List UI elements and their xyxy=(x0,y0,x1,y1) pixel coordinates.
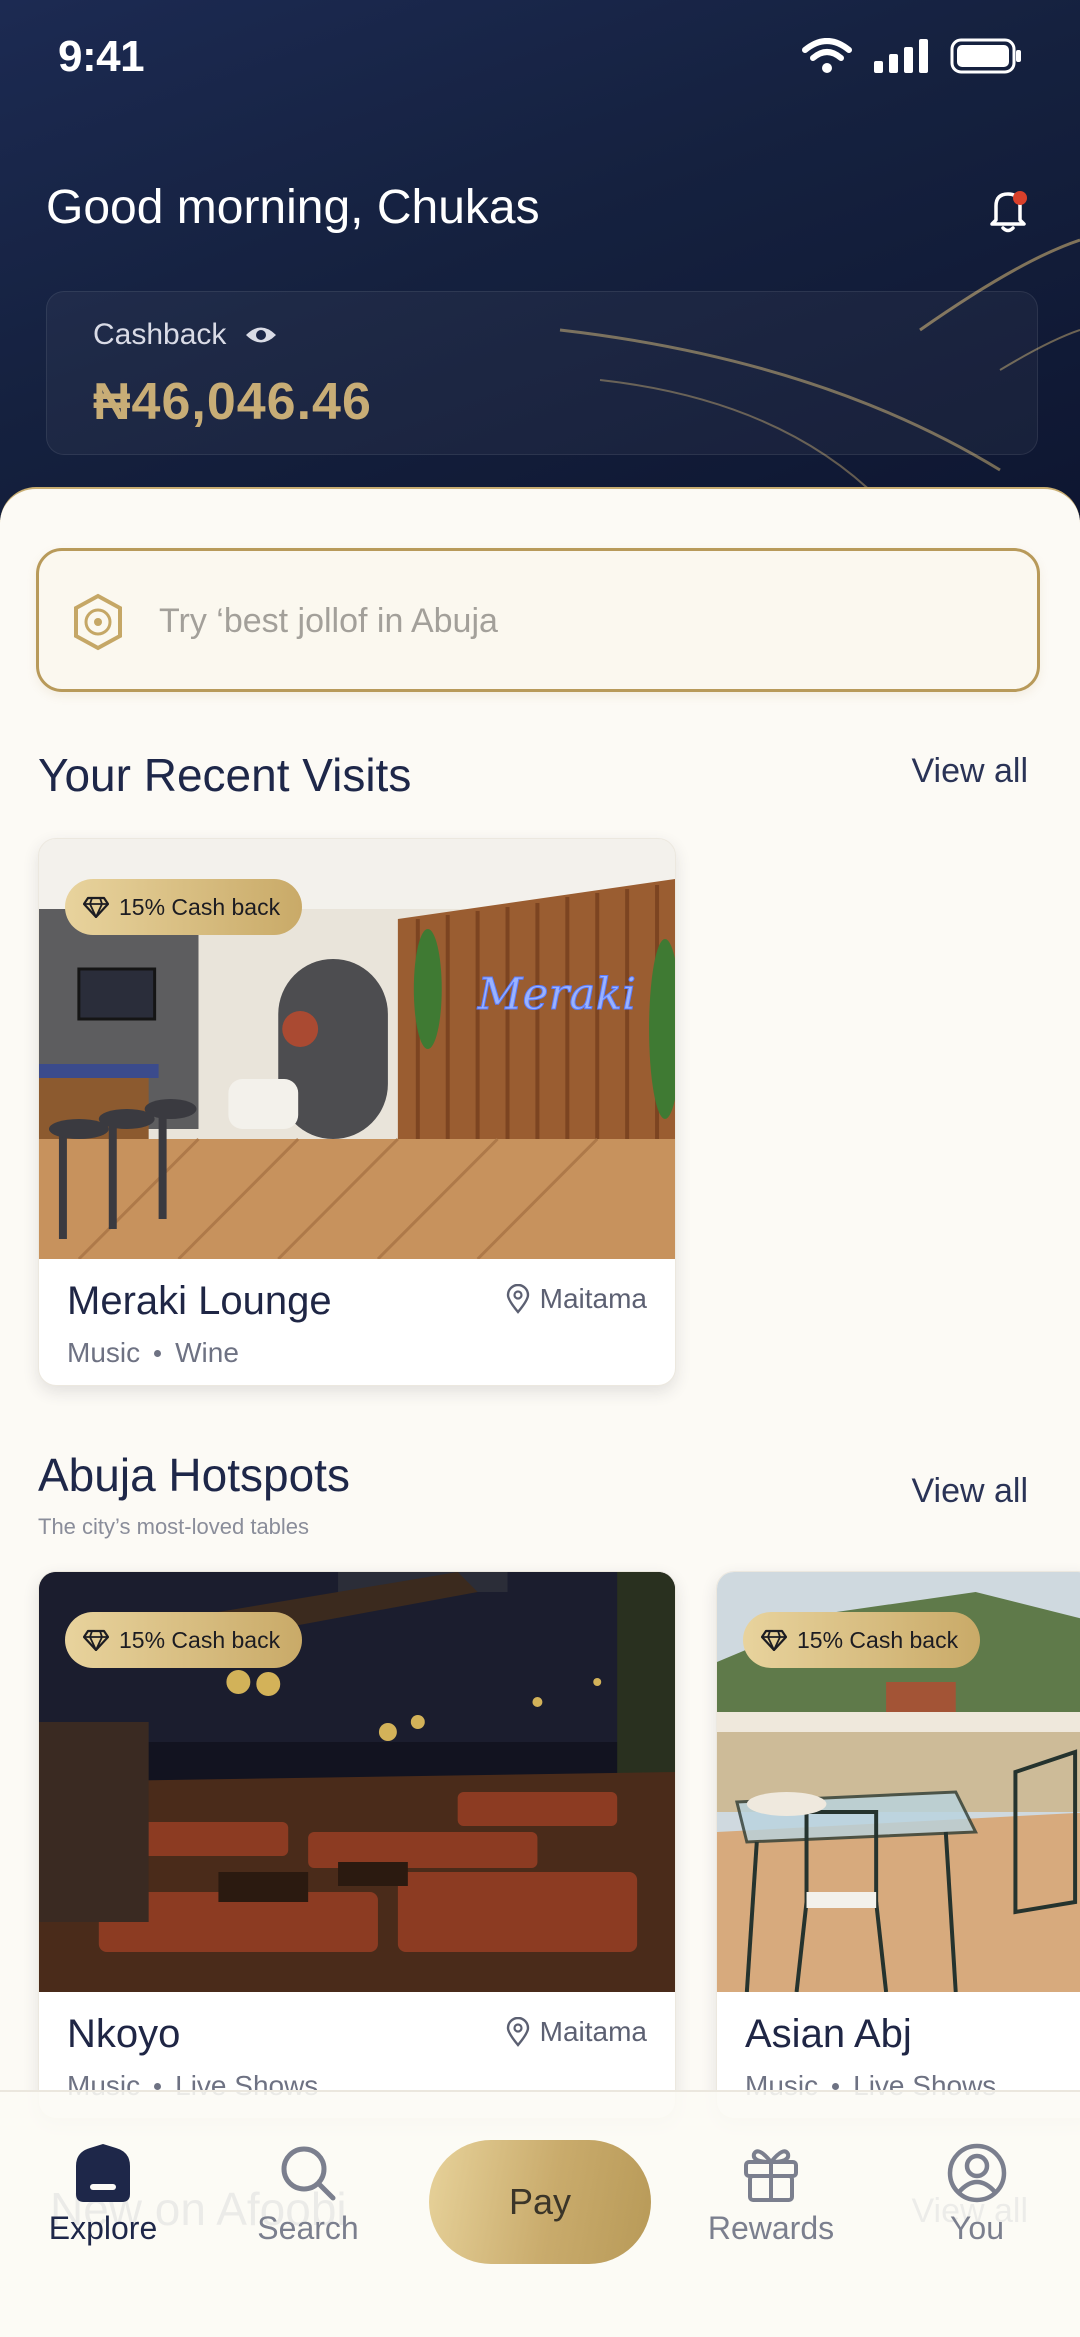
venue-location-label: Maitama xyxy=(539,1283,647,1314)
venue-tag: Wine xyxy=(175,1337,239,1368)
tag-separator xyxy=(154,1349,162,1357)
cashback-card: Cashback ₦46,046.46 xyxy=(46,291,1038,455)
header-section: 9:41 Good morning, Chukas Cashback ₦46,0… xyxy=(0,0,1080,520)
nav-label: Explore xyxy=(48,2210,158,2246)
nav-label: Rewards xyxy=(707,2210,835,2246)
cashback-label: Cashback xyxy=(93,318,227,351)
nav-item-rewards[interactable]: Rewards xyxy=(696,2142,846,2247)
cashback-badge-label: 15% Cash back xyxy=(797,1626,959,1653)
cashback-label-row: Cashback xyxy=(93,318,278,352)
venue-tag: Music xyxy=(67,1337,141,1368)
nav-item-you[interactable]: You xyxy=(902,2142,1052,2247)
nav-label: You xyxy=(950,2210,1004,2246)
location-pin-icon xyxy=(506,1284,529,1314)
venue-name: Nkoyo xyxy=(67,2012,181,2056)
status-icons xyxy=(802,38,1022,74)
diamond-icon xyxy=(83,896,109,918)
recent-visits-view-all-link[interactable]: View all xyxy=(911,752,1028,791)
pay-button[interactable]: Pay xyxy=(429,2140,651,2264)
diamond-icon xyxy=(83,1629,109,1651)
venue-name: Asian Abj xyxy=(745,2012,912,2056)
notification-bell-icon[interactable] xyxy=(982,184,1034,236)
status-time: 9:41 xyxy=(58,32,145,81)
nav-label: Search xyxy=(257,2210,359,2246)
diamond-icon xyxy=(761,1629,787,1651)
hotspots-view-all-link[interactable]: View all xyxy=(911,1472,1028,1511)
battery-icon xyxy=(950,38,1021,74)
venue-card-asian-abj[interactable]: 15% Cash back Asian Abj Music Live Shows xyxy=(716,1571,1080,2119)
search-input[interactable] xyxy=(159,591,979,651)
cashback-badge: 15% Cash back xyxy=(65,1612,303,1668)
tag-separator xyxy=(832,2082,840,2090)
venue-card-nkoyo[interactable]: 15% Cash back Nkoyo Maitama Music Live S… xyxy=(38,1571,676,2119)
eye-icon[interactable] xyxy=(244,324,278,346)
profile-icon xyxy=(947,2143,1007,2203)
venue-name: Meraki Lounge xyxy=(67,1279,332,1323)
brand-logo-icon xyxy=(74,593,122,651)
svg-text:Meraki: Meraki xyxy=(477,969,637,1020)
cashback-badge: 15% Cash back xyxy=(65,879,303,935)
venue-tags: Music Wine xyxy=(67,1337,239,1369)
search-icon xyxy=(281,2146,336,2201)
location-pin-icon xyxy=(506,2017,529,2047)
recent-visits-title: Your Recent Visits xyxy=(38,749,412,801)
venue-location: Maitama xyxy=(506,2016,647,2048)
nav-item-search[interactable]: Search xyxy=(233,2142,383,2247)
venue-card-meraki-lounge[interactable]: Meraki 15% Cash back Meraki Lounge Maita… xyxy=(38,838,676,1386)
greeting-text: Good morning, Chukas xyxy=(46,181,540,234)
home-icon xyxy=(76,2144,130,2202)
bottom-navigation: New on Afoobi View all Explore Search Pa… xyxy=(0,2090,1080,2337)
venue-location: Maitama xyxy=(506,1283,647,1315)
search-bar[interactable] xyxy=(36,548,1040,692)
tag-separator xyxy=(154,2082,162,2090)
cashback-badge-label: 15% Cash back xyxy=(119,1626,281,1653)
wifi-icon xyxy=(802,38,852,73)
hotspots-subtitle: The city’s most-loved tables xyxy=(38,1514,310,1539)
cashback-value: ₦46,046.46 xyxy=(93,373,372,431)
hotspots-title: Abuja Hotspots xyxy=(38,1449,350,1501)
nav-item-explore[interactable]: Explore xyxy=(28,2142,178,2247)
cashback-badge-label: 15% Cash back xyxy=(119,893,281,920)
status-bar: 9:41 xyxy=(0,0,1080,120)
cashback-badge: 15% Cash back xyxy=(743,1612,981,1668)
signal-icon xyxy=(874,39,928,73)
gift-icon xyxy=(744,2149,798,2202)
venue-location-label: Maitama xyxy=(539,2016,647,2047)
